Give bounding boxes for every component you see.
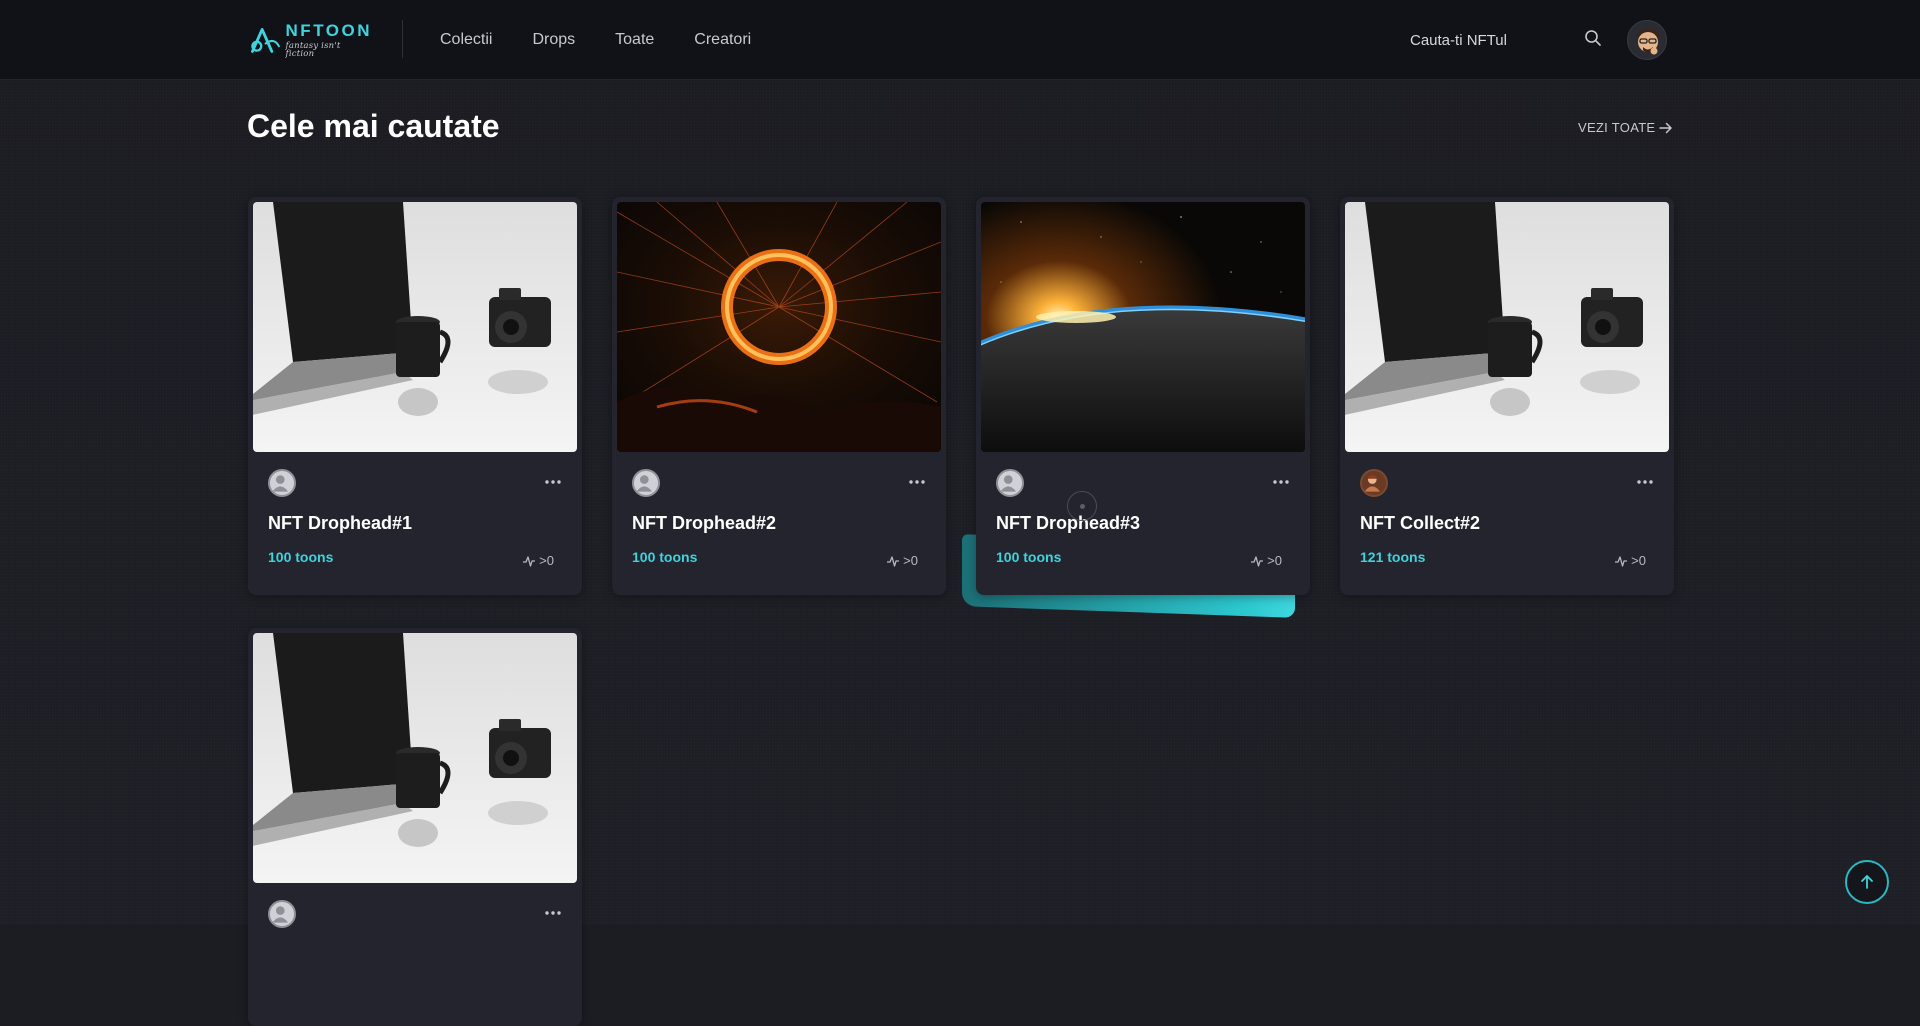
arrow-up-icon <box>1861 875 1873 889</box>
logo-name: NFTOON <box>285 20 372 40</box>
laptop-coffee-camera-image <box>253 202 577 452</box>
creator-avatar[interactable] <box>1360 469 1388 497</box>
steel-wool-ring-image <box>617 202 941 452</box>
activity-value: >0 <box>539 553 554 568</box>
arrow-right-icon <box>1659 122 1673 133</box>
nft-title[interactable]: NFT Drophead#3 <box>996 513 1140 534</box>
nftoon-logo[interactable]: NFTOON fantasy isn't fiction <box>248 22 372 58</box>
nft-title[interactable]: NFT Drophead#1 <box>268 513 412 534</box>
nft-price: 121 toons <box>1360 549 1426 565</box>
nft-title[interactable]: NFT Collect#2 <box>1360 513 1480 534</box>
laptop-coffee-camera-image <box>1345 202 1669 452</box>
more-options-icon[interactable] <box>908 475 926 489</box>
nft-card[interactable]: NFT Drophead#1 100 toons >0 <box>248 197 582 595</box>
section-title: Cele mai cautate <box>247 108 500 144</box>
nav-item-colectii[interactable]: Colectii <box>440 31 492 49</box>
see-all-link[interactable]: VEZI TOATE <box>1578 120 1673 135</box>
nft-activity: >0 <box>886 553 918 568</box>
nft-price: 100 toons <box>268 549 334 565</box>
nft-price: 100 toons <box>996 549 1062 565</box>
cursor-loader-dot <box>1080 504 1085 509</box>
more-options-icon[interactable] <box>544 906 562 920</box>
nav-item-creatori[interactable]: Creatori <box>694 31 751 49</box>
top-header: NFTOON fantasy isn't fiction Colectii Dr… <box>0 0 1920 80</box>
header-divider <box>402 20 403 58</box>
activity-value: >0 <box>1631 553 1646 568</box>
nft-card[interactable]: NFT Drophead#2 100 toons >0 <box>612 197 946 595</box>
cursor-loader-ring <box>1067 491 1097 521</box>
nft-activity: >0 <box>522 553 554 568</box>
nft-card[interactable] <box>248 628 582 1026</box>
main-nav: Colectii Drops Toate Creatori <box>440 0 791 80</box>
activity-value: >0 <box>903 553 918 568</box>
nav-item-toate[interactable]: Toate <box>615 31 654 49</box>
activity-pulse-icon <box>1251 555 1264 567</box>
see-all-label: VEZI TOATE <box>1578 120 1656 135</box>
activity-pulse-icon <box>523 555 536 567</box>
creator-avatar[interactable] <box>996 469 1024 497</box>
creator-avatar[interactable] <box>268 469 296 497</box>
nft-card[interactable]: NFT Drophead#3 100 toons >0 <box>976 197 1310 595</box>
nft-activity: >0 <box>1250 553 1282 568</box>
nft-activity: >0 <box>1614 553 1646 568</box>
more-options-icon[interactable] <box>544 475 562 489</box>
search-icon[interactable] <box>1584 29 1602 47</box>
earth-sunrise-image <box>981 202 1305 452</box>
nft-card[interactable]: NFT Collect#2 121 toons >0 <box>1340 197 1674 595</box>
user-avatar[interactable] <box>1627 20 1667 60</box>
creator-avatar[interactable] <box>632 469 660 497</box>
nft-price: 100 toons <box>632 549 698 565</box>
logo-text: NFTOON fantasy isn't fiction <box>286 22 372 59</box>
laptop-coffee-camera-image <box>253 633 577 883</box>
scroll-to-top-button[interactable] <box>1845 860 1889 904</box>
creator-avatar-icon <box>272 475 288 492</box>
logo-mark-icon <box>251 27 280 53</box>
creator-avatar-icon <box>272 906 288 923</box>
nft-image[interactable] <box>981 202 1305 452</box>
creator-avatar-icon <box>1364 474 1380 492</box>
activity-value: >0 <box>1267 553 1282 568</box>
nft-image[interactable] <box>617 202 941 452</box>
nft-title[interactable]: NFT Drophead#2 <box>632 513 776 534</box>
creator-avatar-icon <box>636 475 652 492</box>
creator-avatar[interactable] <box>268 900 296 928</box>
activity-pulse-icon <box>1615 555 1628 567</box>
nav-item-drops[interactable]: Drops <box>532 31 575 49</box>
nft-image[interactable] <box>253 633 577 883</box>
nft-image[interactable] <box>1345 202 1669 452</box>
activity-pulse-icon <box>887 555 900 567</box>
creator-avatar-icon <box>1000 475 1016 492</box>
user-avatar-icon <box>1628 21 1666 59</box>
logo-tagline: fantasy isn't fiction <box>285 40 341 59</box>
more-options-icon[interactable] <box>1272 475 1290 489</box>
nft-image[interactable] <box>253 202 577 452</box>
more-options-icon[interactable] <box>1636 475 1654 489</box>
search-input[interactable] <box>1410 24 1610 56</box>
